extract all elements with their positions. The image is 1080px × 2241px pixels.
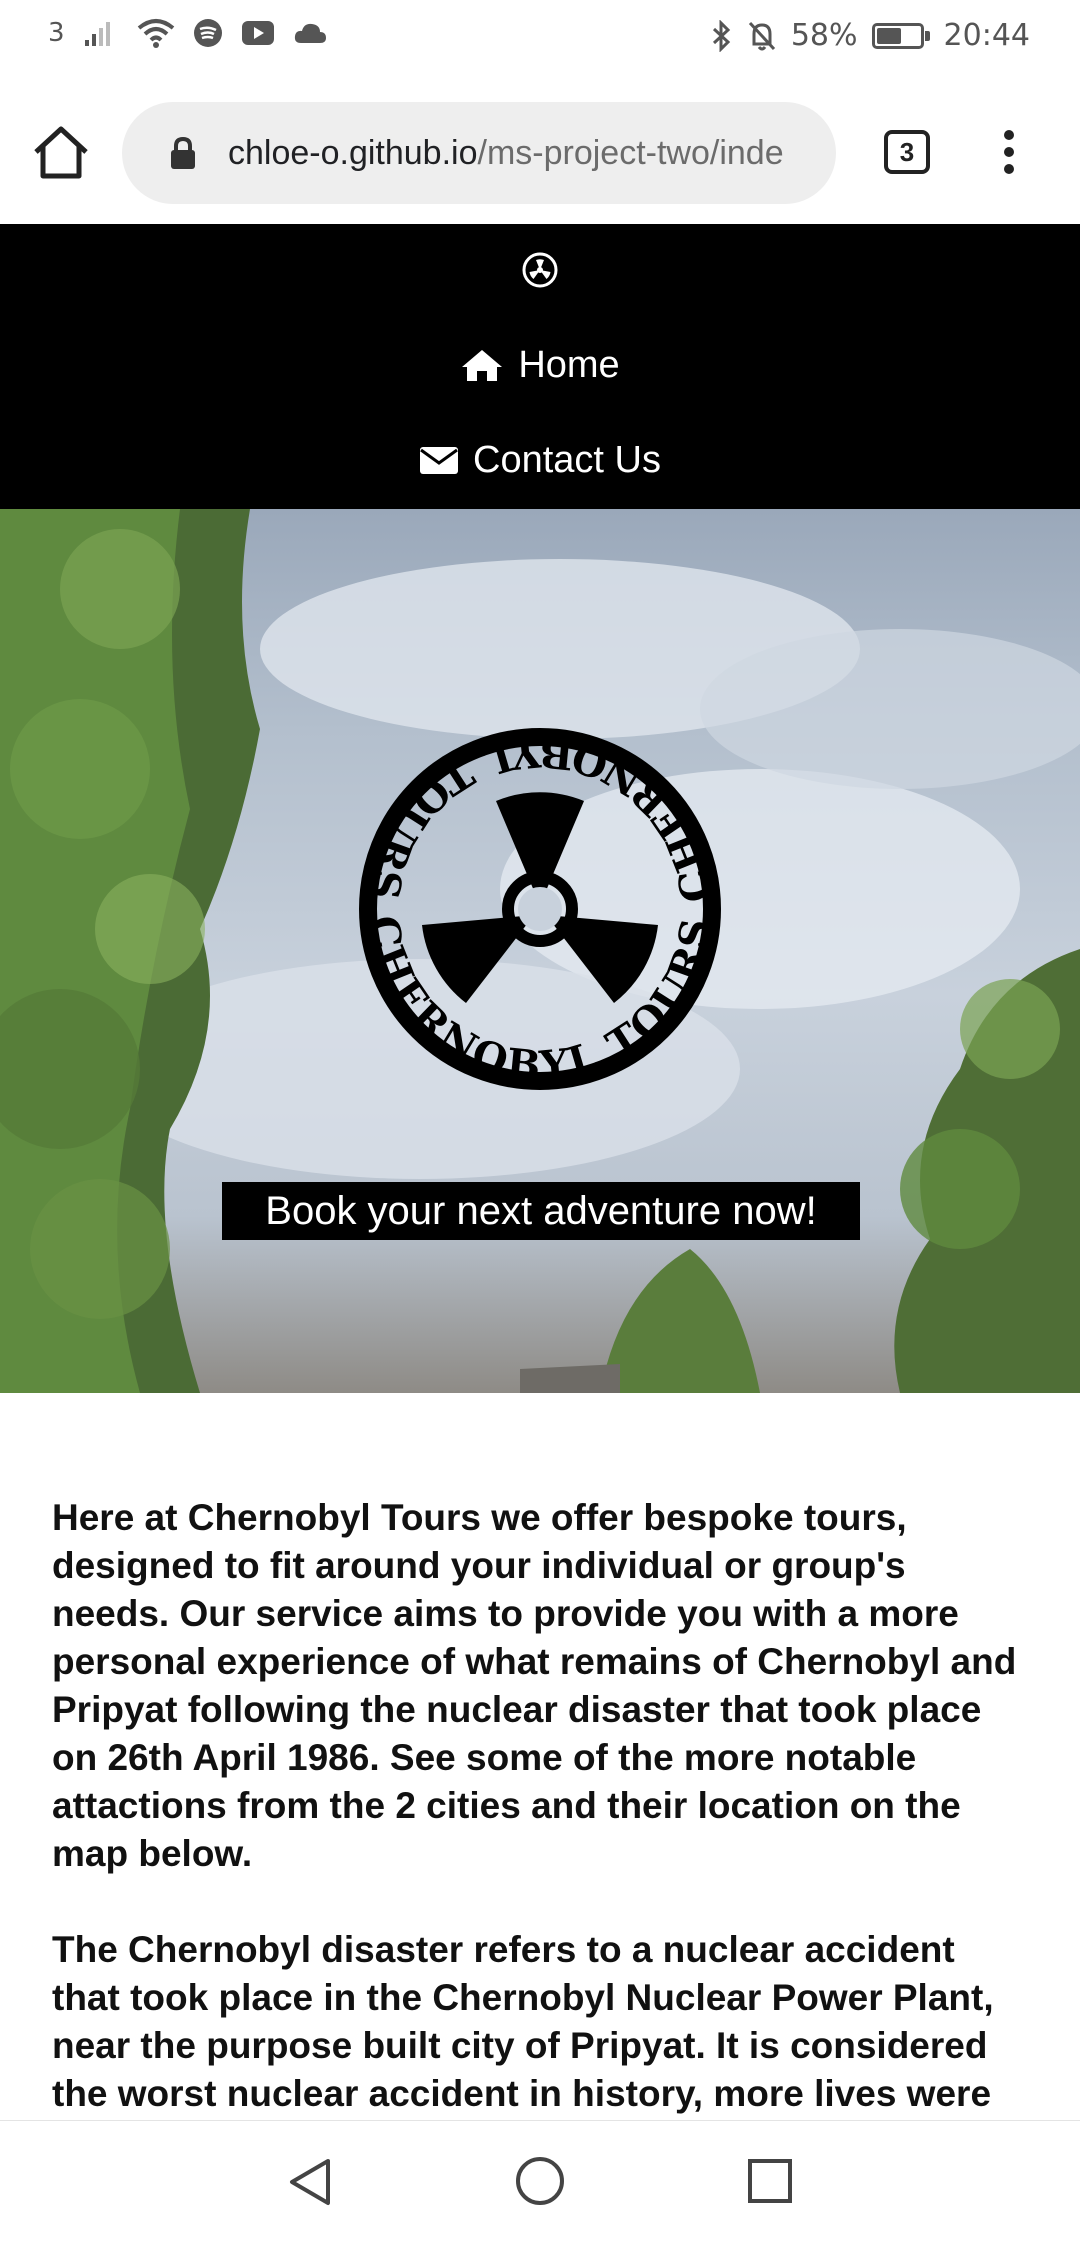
system-navigation-bar [0, 2120, 1080, 2241]
nav-home-label: Home [518, 344, 620, 386]
battery-icon [871, 22, 930, 49]
clock-time: 20:44 [943, 18, 1030, 53]
tab-count: 3 [899, 136, 915, 167]
more-menu-icon[interactable] [994, 130, 1024, 178]
status-bar: 3 58% 20:44 [0, 0, 1080, 80]
youtube-icon [241, 19, 275, 47]
wifi-icon [137, 18, 175, 48]
url-path: /ms-project-two/inde [477, 134, 784, 172]
bluetooth-icon [711, 19, 733, 52]
signal-icon [83, 18, 119, 48]
intro-paragraph: Here at Chernobyl Tours we offer bespoke… [52, 1497, 1017, 1874]
site-navbar: Home Contact Us [0, 224, 1080, 509]
nav-contact-label: Contact Us [473, 439, 661, 481]
intro-content: Here at Chernobyl Tours we offer bespoke… [52, 1494, 1032, 2166]
home-circle-icon[interactable] [516, 2157, 564, 2205]
carrier-label: 3 [48, 18, 65, 48]
nav-home-link[interactable]: Home [0, 342, 1080, 388]
browser-toolbar: chloe-o.github.io/ms-project-two/inde 3 [0, 80, 1080, 224]
url-text[interactable]: chloe-o.github.io/ms-project-two/inde [228, 132, 828, 174]
lock-icon [168, 136, 198, 170]
back-icon[interactable] [286, 2157, 334, 2212]
book-adventure-banner[interactable]: Book your next adventure now! [222, 1182, 860, 1240]
spotify-icon [193, 18, 223, 48]
cloud-icon [293, 21, 327, 45]
bell-off-icon [747, 20, 777, 52]
radiation-icon[interactable] [522, 252, 558, 288]
home-icon[interactable] [30, 122, 92, 184]
envelope-icon [419, 444, 459, 476]
battery-percent: 58% [790, 18, 858, 53]
recent-apps-icon[interactable] [748, 2159, 792, 2203]
nav-contact-link[interactable]: Contact Us [0, 437, 1080, 483]
tab-switcher-button[interactable]: 3 [884, 130, 930, 174]
hero-banner: CHERNOBYL TOURS CHERNOBYL TOURS Book you… [0, 509, 1080, 1393]
address-bar[interactable]: chloe-o.github.io/ms-project-two/inde [122, 102, 836, 204]
disaster-paragraph: The Chernobyl disaster refers to a nucle… [52, 1929, 994, 2114]
home-icon [460, 347, 504, 383]
url-domain: chloe-o.github.io [228, 134, 478, 172]
chernobyl-tours-logo: CHERNOBYL TOURS CHERNOBYL TOURS [310, 679, 770, 1139]
